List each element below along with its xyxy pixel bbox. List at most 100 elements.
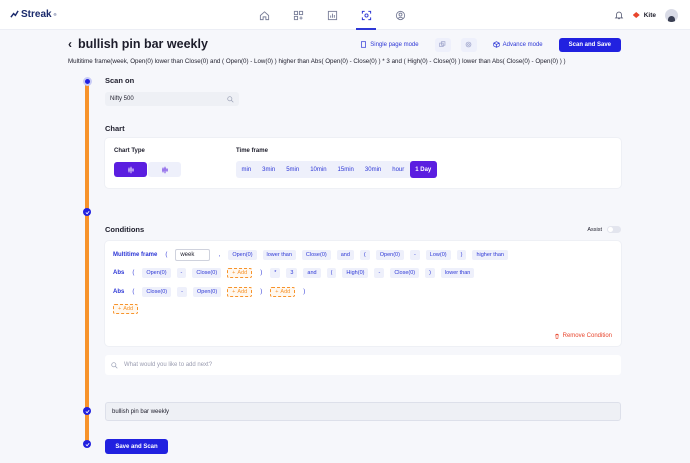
single-page-mode-button[interactable]: Single page mode bbox=[354, 37, 424, 52]
condition-token[interactable]: ) bbox=[425, 268, 435, 278]
plus-icon: + bbox=[232, 270, 236, 276]
candlestick-icon bbox=[127, 166, 134, 173]
scan-on-heading: Scan on bbox=[105, 76, 135, 85]
timeframe-option[interactable]: 30min bbox=[359, 161, 386, 178]
condition-token[interactable]: Open(0) bbox=[375, 250, 404, 260]
plus-icon: + bbox=[275, 289, 279, 295]
scan-name-input[interactable]: bullish pin bar weekly bbox=[105, 402, 621, 421]
condition-token[interactable]: Close(0) bbox=[301, 250, 331, 260]
add-condition-button[interactable]: + Add bbox=[113, 304, 139, 314]
streak-logo-icon bbox=[10, 10, 19, 18]
function-token[interactable]: Abs bbox=[113, 270, 124, 276]
condition-row-3: Abs ( Close(0) - Open(0) + Add ) + Add ) bbox=[113, 286, 307, 298]
timeframe-option[interactable]: 10min bbox=[305, 161, 332, 178]
timeframe-option[interactable]: min bbox=[236, 161, 257, 178]
chart-type-label: Chart Type bbox=[114, 148, 145, 154]
copy-icon[interactable] bbox=[434, 37, 451, 52]
timeframe-option[interactable]: hour bbox=[387, 161, 410, 178]
condition-token[interactable]: * bbox=[270, 268, 281, 278]
condition-token[interactable]: and bbox=[336, 250, 354, 260]
condition-token[interactable]: lower than bbox=[262, 250, 296, 260]
condition-token[interactable]: - bbox=[409, 250, 420, 260]
paren-token[interactable]: ( bbox=[130, 270, 136, 276]
add-label: Add bbox=[237, 289, 248, 295]
page-icon bbox=[361, 41, 367, 48]
condition-token[interactable]: High(0) bbox=[342, 268, 369, 278]
function-token[interactable]: Abs bbox=[113, 289, 124, 295]
condition-token[interactable]: Close(0) bbox=[142, 287, 172, 297]
remove-condition-button[interactable]: Remove Condition bbox=[554, 333, 612, 339]
back-arrow-icon[interactable]: ‹ bbox=[68, 37, 72, 51]
scan-universe-input[interactable]: Nifty 500 bbox=[105, 92, 239, 106]
search-icon bbox=[111, 361, 118, 369]
function-token[interactable]: Multitime frame bbox=[113, 252, 157, 258]
add-token-button[interactable]: + Add bbox=[227, 287, 253, 297]
condition-token[interactable]: ) bbox=[456, 250, 467, 260]
scan-and-save-button[interactable]: Scan and Save bbox=[558, 37, 621, 52]
chart-heading: Chart bbox=[105, 124, 125, 133]
add-label: Add bbox=[237, 270, 248, 276]
condition-token[interactable]: Close(0) bbox=[192, 268, 222, 278]
condition-token[interactable]: - bbox=[177, 287, 187, 297]
nav-chart-icon[interactable] bbox=[318, 0, 346, 30]
scan-name-value: bullish pin bar weekly bbox=[112, 408, 170, 415]
comma-token: , bbox=[218, 252, 221, 258]
timeframe-option[interactable]: 15min bbox=[332, 161, 359, 178]
timeframe-label: Time frame bbox=[236, 148, 268, 154]
condition-token[interactable]: Open(0) bbox=[142, 268, 171, 278]
avatar[interactable] bbox=[665, 8, 678, 22]
condition-token[interactable]: Open(0) bbox=[192, 287, 222, 297]
condition-token[interactable]: Close(0) bbox=[390, 268, 420, 278]
paren-token[interactable]: ) bbox=[258, 289, 264, 295]
condition-token[interactable]: - bbox=[374, 268, 385, 278]
settings-gear-icon[interactable] bbox=[460, 37, 477, 52]
condition-token[interactable]: - bbox=[176, 268, 187, 278]
broker-name: Kite bbox=[643, 11, 656, 19]
timeframe-option[interactable]: 5min bbox=[281, 161, 305, 178]
paren-token[interactable]: ) bbox=[258, 270, 264, 276]
chart-type-candle-button[interactable] bbox=[114, 162, 147, 177]
condition-token[interactable]: higher than bbox=[472, 250, 508, 260]
add-label: Add bbox=[280, 289, 291, 295]
broker-switch[interactable]: Kite bbox=[632, 11, 656, 19]
condition-token[interactable]: ( bbox=[326, 268, 337, 278]
advance-mode-label: Advance mode bbox=[502, 41, 543, 48]
remove-condition-label: Remove Condition bbox=[562, 333, 612, 339]
condition-token[interactable]: and bbox=[303, 268, 321, 278]
step-check-name-icon bbox=[83, 440, 91, 448]
heikin-ashi-icon bbox=[161, 166, 168, 173]
scan-universe-value: Nifty 500 bbox=[110, 96, 134, 102]
add-token-button[interactable]: + Add bbox=[270, 287, 296, 297]
condition-row-4: + Add bbox=[113, 303, 139, 315]
app-name: Streak bbox=[21, 9, 52, 20]
title-row: ‹ bullish pin bar weekly bbox=[68, 37, 208, 51]
nav-dashboard-icon[interactable] bbox=[284, 0, 312, 30]
advance-mode-button[interactable]: Advance mode bbox=[487, 37, 549, 52]
paren-token[interactable]: ) bbox=[301, 289, 307, 295]
single-page-mode-label: Single page mode bbox=[370, 41, 419, 48]
step-dot-scan-on bbox=[83, 77, 92, 86]
app-logo[interactable]: Streak ® bbox=[10, 9, 57, 20]
add-token-button[interactable]: + Add bbox=[227, 268, 253, 278]
add-next-placeholder: What would you like to add next? bbox=[124, 362, 213, 368]
condition-token[interactable]: lower than bbox=[440, 268, 475, 278]
timeframe-option[interactable]: 3min bbox=[257, 161, 281, 178]
nav-scan-icon[interactable] bbox=[352, 0, 380, 30]
step-check-chart-icon bbox=[83, 208, 91, 216]
timeframe-option-selected[interactable]: 1 Day bbox=[409, 161, 437, 178]
condition-token[interactable]: ( bbox=[359, 250, 370, 260]
condition-token[interactable]: Low(0) bbox=[425, 250, 451, 260]
assist-toggle[interactable] bbox=[607, 226, 621, 233]
cube-icon bbox=[492, 41, 500, 48]
condition-token[interactable]: 3 bbox=[286, 268, 298, 278]
paren-token[interactable]: ( bbox=[163, 252, 169, 258]
notification-bell-icon[interactable] bbox=[614, 10, 624, 20]
nav-profile-icon[interactable] bbox=[386, 0, 414, 30]
add-next-input[interactable]: What would you like to add next? bbox=[105, 355, 621, 375]
timeframe-param-input[interactable]: week bbox=[175, 249, 211, 261]
paren-token[interactable]: ( bbox=[130, 289, 136, 295]
chart-type-heikin-button[interactable] bbox=[148, 162, 181, 177]
save-and-scan-button[interactable]: Save and Scan bbox=[105, 439, 168, 454]
condition-token[interactable]: Open(0) bbox=[228, 250, 257, 260]
nav-home-icon[interactable] bbox=[250, 0, 278, 30]
